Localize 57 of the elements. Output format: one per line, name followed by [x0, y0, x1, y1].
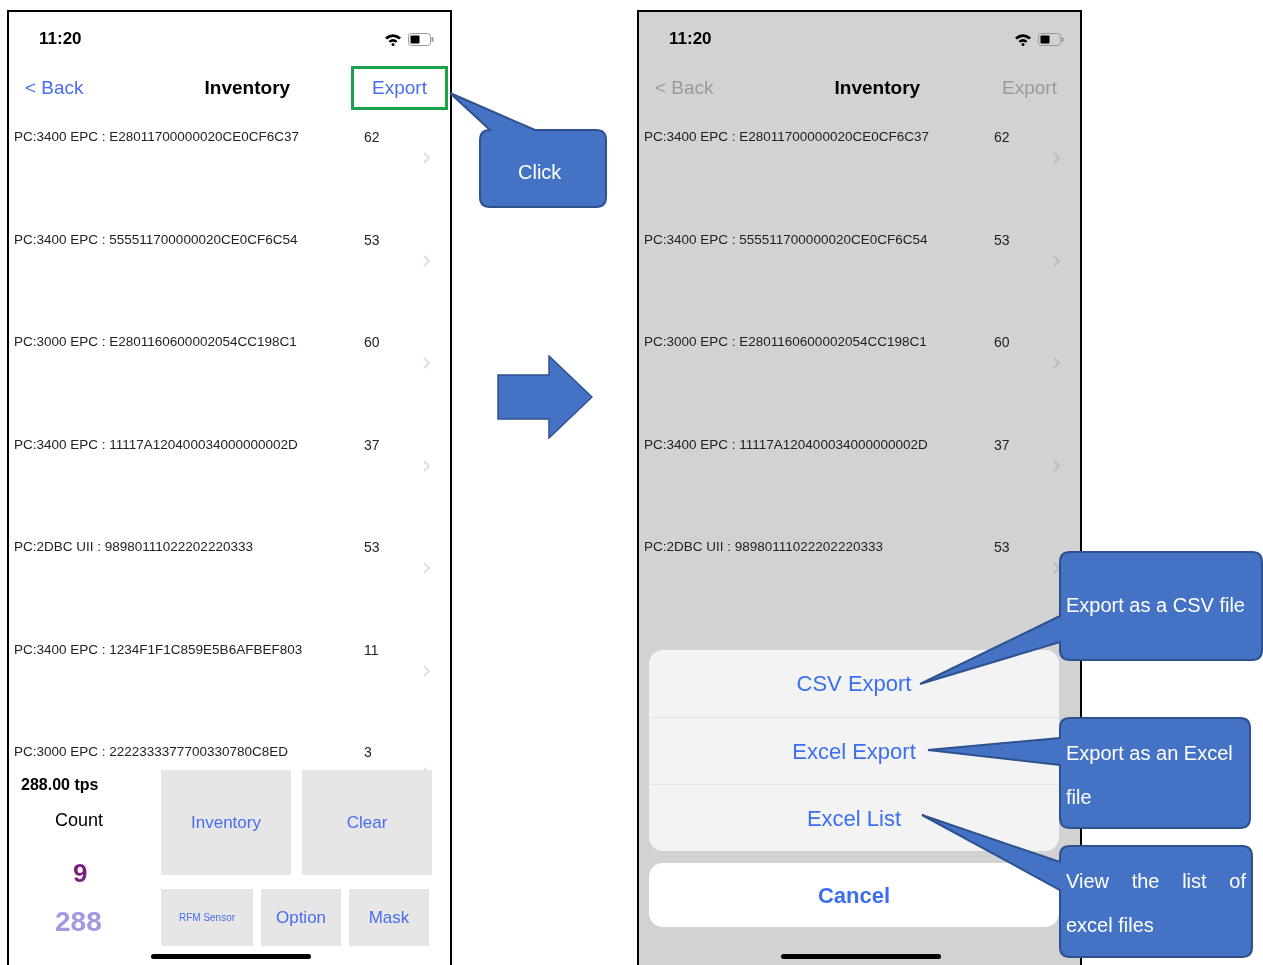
tag-count: 60: [994, 333, 1010, 352]
cancel-button[interactable]: Cancel: [649, 863, 1059, 927]
tag-id: PC:3000 EPC : E2801160600002054CC198C1: [14, 333, 298, 351]
tag-count: 53: [994, 230, 1010, 250]
tag-count: 62: [364, 128, 380, 147]
tag-count: 53: [364, 538, 380, 557]
sheet-option[interactable]: CSV Export: [649, 650, 1059, 717]
rate-label: 288.00 tps: [21, 775, 100, 795]
battery-icon: [1038, 32, 1064, 46]
export-button[interactable]: Export: [351, 66, 448, 110]
tag-count: 53: [994, 538, 1010, 557]
tag-id: PC:3400 EPC : 11117A120400034000000002D: [644, 435, 929, 454]
action-button[interactable]: Mask: [349, 889, 429, 946]
tag-count: 37: [364, 435, 380, 455]
chevron-icon: [423, 254, 430, 267]
action-button[interactable]: Clear: [302, 770, 432, 875]
action-button[interactable]: Option: [261, 889, 341, 946]
chevron-icon: [423, 357, 430, 369]
callout-text: Click: [518, 160, 562, 185]
wifi-icon: [384, 32, 402, 46]
tag-count: 53: [364, 230, 380, 250]
tag-id: PC:3000 EPC : E2801160600002054CC198C1: [644, 333, 928, 351]
callout-text: View the list of excel files: [1066, 869, 1246, 938]
callout-text: Export as an Excel file: [1066, 741, 1234, 810]
tag-id: PC:3400 EPC : 11117A120400034000000002D: [14, 435, 299, 454]
tag-count: 37: [994, 435, 1010, 455]
status-time: 11:20: [669, 28, 712, 51]
tag-count: 3: [364, 743, 372, 762]
tag-id: PC:3400 EPC : E28011700000020CE0CF6C37: [14, 128, 300, 146]
chevron-icon: [423, 152, 430, 164]
callout-text: Export as a CSV file: [1066, 593, 1246, 618]
tag-id: PC:2DBC UII : 98980111022202220333: [14, 538, 254, 556]
chevron-icon: [423, 459, 430, 472]
wifi-icon: [1014, 32, 1032, 46]
back-button[interactable]: < Back: [25, 73, 84, 103]
action-button[interactable]: Inventory: [161, 770, 291, 875]
chevron-icon: [423, 664, 430, 677]
tag-id: PC:3000 EPC : 2222333377700330780C8ED: [14, 743, 289, 761]
tag-count: 62: [994, 128, 1010, 147]
tag-id: PC:3400 EPC : 555511700000020CE0CF6C54: [14, 230, 299, 249]
nav-title: Inventory: [834, 75, 921, 100]
count-label: Count: [54, 809, 105, 832]
battery-icon: [408, 32, 434, 46]
tag-id: PC:3400 EPC : E28011700000020CE0CF6C37: [644, 128, 930, 146]
action-button[interactable]: RFM Sensor: [161, 889, 253, 946]
total-count: 288: [54, 905, 103, 939]
nav-title: Inventory: [204, 75, 291, 100]
status-time: 11:20: [39, 28, 82, 51]
unique-count: 9: [72, 857, 89, 890]
tag-id: PC:3400 EPC : 555511700000020CE0CF6C54: [644, 230, 929, 249]
right-arrow-icon: [496, 355, 593, 439]
tag-id: PC:2DBC UII : 98980111022202220333: [644, 538, 884, 556]
tag-id: PC:3400 EPC : 1234F1F1C859E5B6AFBEF803: [14, 640, 304, 659]
chevron-icon: [1053, 562, 1060, 574]
tag-count: 60: [364, 333, 380, 352]
chevron-icon: [423, 562, 430, 574]
tag-count: 11: [364, 640, 379, 660]
